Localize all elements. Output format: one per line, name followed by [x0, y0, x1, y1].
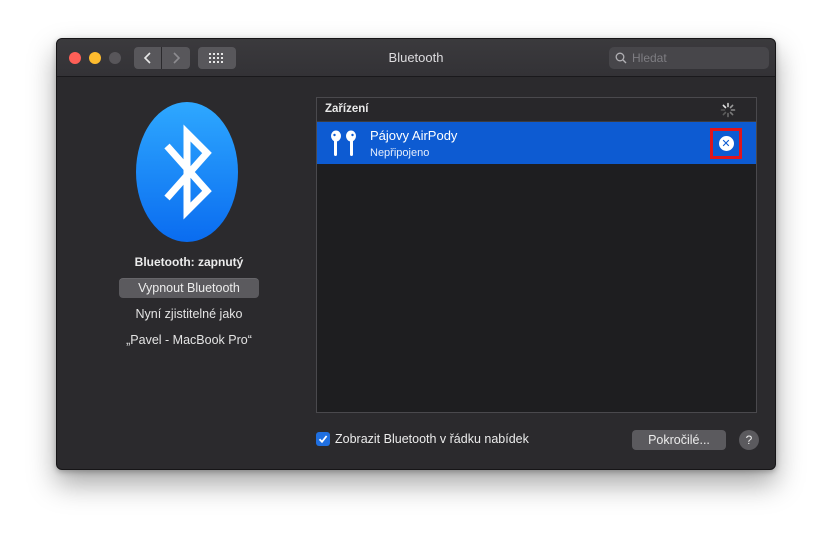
airpods-icon: [331, 130, 356, 156]
discoverable-name: „Pavel - MacBook Pro“: [126, 333, 252, 347]
bluetooth-logo-icon: [136, 102, 238, 242]
show-in-menu-label: Zobrazit Bluetooth v řádku nabídek: [335, 432, 529, 446]
spinner-icon: [720, 102, 736, 118]
bluetooth-status: Bluetooth: zapnutý: [134, 255, 244, 269]
checkmark-icon: [318, 435, 328, 444]
devices-header-label: Zařízení: [325, 103, 369, 115]
discoverable-label: Nyní zjistitelné jako: [135, 307, 243, 321]
search-field[interactable]: [609, 47, 769, 69]
search-input[interactable]: [632, 51, 762, 65]
device-name: Pájovy AirPody: [370, 128, 458, 143]
devices-list: Zařízení Pájovy AirPody Nepřipojeno ✕: [316, 97, 757, 413]
turn-off-bluetooth-button[interactable]: Vypnout Bluetooth: [119, 278, 259, 298]
remove-circle-icon: ✕: [718, 136, 734, 151]
remove-device-button[interactable]: ✕: [710, 128, 742, 159]
show-in-menu-checkbox[interactable]: [316, 432, 330, 446]
title-bar: Bluetooth: [57, 39, 775, 77]
show-in-menu-bar-option[interactable]: Zobrazit Bluetooth v řádku nabídek: [316, 432, 529, 446]
devices-header: Zařízení: [317, 98, 756, 122]
search-icon: [615, 52, 627, 64]
device-status: Nepřipojeno: [370, 147, 430, 159]
help-button[interactable]: ?: [739, 430, 759, 450]
device-row-airpods[interactable]: Pájovy AirPody Nepřipojeno ✕: [317, 122, 756, 164]
advanced-button[interactable]: Pokročilé...: [632, 430, 726, 450]
preferences-window: Bluetooth Bluetooth: zapnutý Vypnout Blu…: [56, 38, 776, 470]
